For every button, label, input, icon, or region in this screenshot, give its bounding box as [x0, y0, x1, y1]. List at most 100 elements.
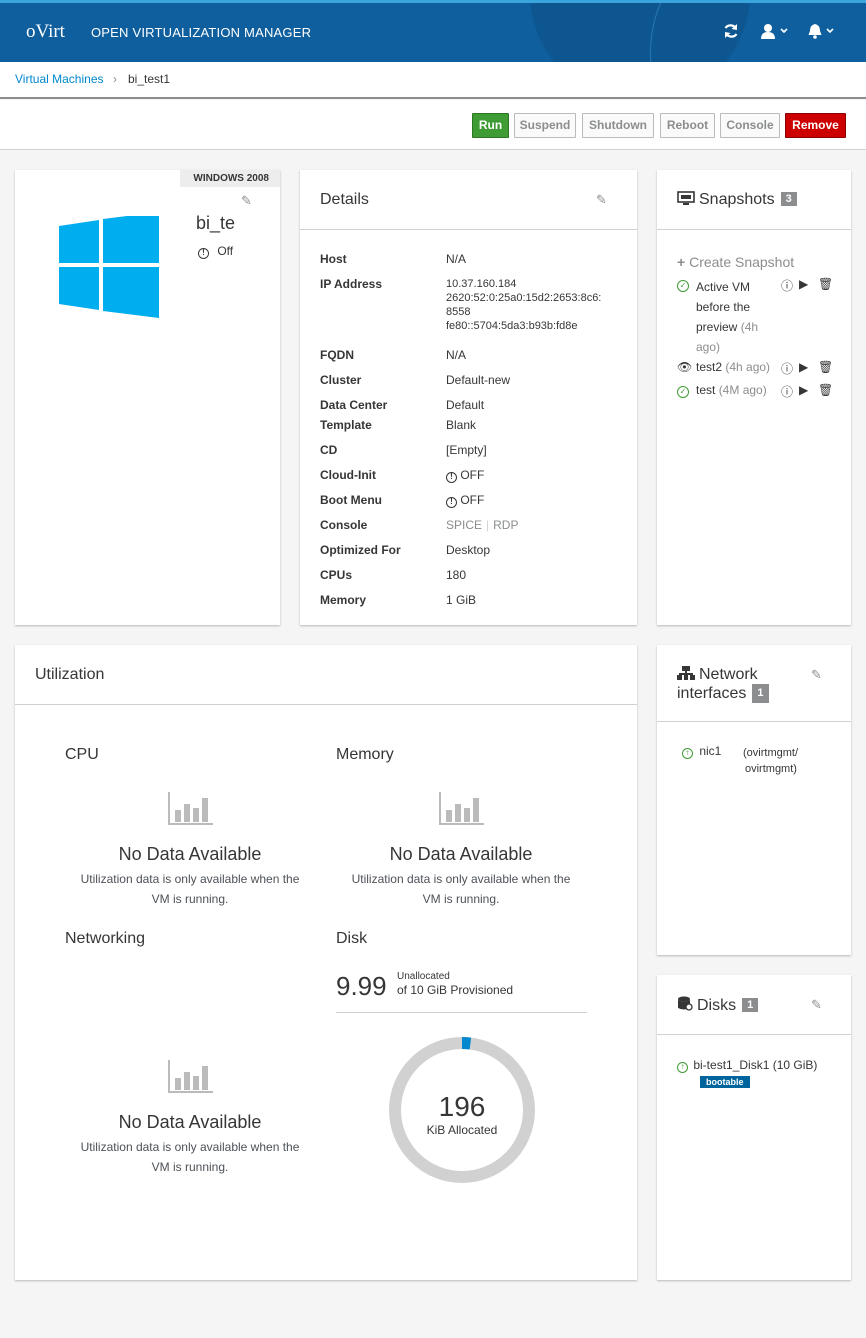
edit-pencil-icon[interactable]: ✎: [596, 192, 607, 208]
details-card: Details ✎ Host N/A IP Address 10.37.160.1…: [300, 170, 637, 625]
cloud-init-value: OFF: [460, 468, 485, 482]
utilization-title: Utilization: [35, 666, 105, 683]
snapshot-name: Active VM: [696, 280, 751, 294]
cpu-no-data-message: Utilization data is only available when …: [80, 872, 300, 906]
memory-heading: Memory: [336, 746, 394, 763]
boot-menu-value: OFF: [460, 493, 485, 507]
disks-title-label: Disks: [697, 997, 737, 1014]
disk-size: (10 GiB): [772, 1058, 818, 1072]
breadcrumb-virtual-machines-link[interactable]: Virtual Machines: [15, 72, 104, 86]
ip-address-list: 10.37.160.184 2620:52:0:25a0:15d2:2653:8…: [446, 277, 601, 333]
snapshot-delete-icon[interactable]: 🗑: [818, 277, 833, 291]
cd-value: [Empty]: [446, 443, 487, 457]
snapshot-restore-icon[interactable]: ▶: [799, 360, 808, 374]
snapshot-age: (4h ago): [725, 360, 771, 374]
masthead: oVirt OPEN VIRTUALIZATION MANAGER: [0, 0, 866, 62]
ok-check-icon: ✓: [677, 386, 689, 398]
edit-pencil-icon[interactable]: ✎: [811, 667, 822, 683]
fqdn-label: FQDN: [320, 348, 354, 362]
networking-no-data-title: No Data Available: [118, 1112, 262, 1132]
snapshot-item[interactable]: ✓ test (4M ago): [677, 383, 767, 398]
network-interfaces-label: interfaces: [677, 685, 747, 702]
disk-name: bi-test1_Disk1: [693, 1058, 770, 1072]
cpu-heading: CPU: [65, 746, 99, 763]
reboot-button[interactable]: Reboot: [660, 113, 715, 138]
off-status-icon: !: [446, 497, 457, 508]
boot-menu-label: Boot Menu: [320, 493, 382, 507]
run-button[interactable]: Run: [472, 113, 509, 138]
disks-card: Disks 1 ✎ ↑ bi-test1_Disk1 (10 GiB) boota…: [657, 975, 851, 1280]
ip-address: 2620:52:0:25a0:15d2:2653:8c6:: [446, 292, 602, 304]
network-interfaces-title: Network interfaces 1: [677, 666, 769, 703]
fqdn-value: N/A: [446, 348, 467, 362]
ip-address: fe80::5704:5da3:b93b:fd8e: [446, 320, 578, 332]
vm-overview-card: WINDOWS 2008 ✎ bi_te ! Off: [15, 170, 280, 625]
vm-action-toolbar: Run Suspend Shutdown Reboot Console Remo…: [0, 100, 866, 150]
snapshot-delete-icon[interactable]: 🗑: [818, 383, 833, 397]
breadcrumb-separator: ›: [113, 72, 117, 86]
bootable-badge: bootable: [700, 1076, 750, 1088]
shutdown-button[interactable]: Shutdown: [582, 113, 654, 138]
cd-label: CD: [320, 443, 338, 457]
edit-pencil-icon[interactable]: ✎: [241, 193, 252, 209]
bar-chart-icon: [168, 792, 213, 825]
breadcrumb-current: bi_test1: [128, 72, 171, 86]
snapshot-age: ago): [696, 340, 721, 354]
snapshot-restore-icon[interactable]: ▶: [799, 277, 808, 291]
edit-pencil-icon[interactable]: ✎: [811, 997, 822, 1013]
ovirt-logo[interactable]: oVirt: [26, 21, 65, 43]
create-snapshot-button[interactable]: + Create Snapshot: [677, 254, 794, 270]
cpus-label: CPUs: [320, 568, 353, 582]
template-label: Template: [320, 418, 372, 432]
network-interfaces-label: Network: [699, 666, 758, 683]
eye-icon: 👁: [677, 360, 693, 374]
snapshot-info-icon[interactable]: ⓘ: [781, 383, 793, 400]
vm-name: bi_te: [196, 213, 236, 233]
networking-heading: Networking: [65, 930, 146, 947]
disk-up-icon: ↑: [677, 1062, 688, 1073]
vm-status: ! Off: [198, 244, 233, 259]
nic-item[interactable]: ↑ nic1: [682, 744, 721, 759]
host-label: Host: [320, 252, 347, 266]
optimized-for-value: Desktop: [446, 543, 491, 557]
snapshots-card: Snapshots 3 + Create Snapshot ✓ Active VM…: [657, 170, 851, 625]
memory-no-data-message: Utilization data is only available when …: [351, 872, 571, 906]
refresh-icon[interactable]: [723, 23, 739, 43]
console-button[interactable]: Console: [720, 113, 780, 138]
snapshot-monitor-icon: [677, 191, 695, 210]
user-menu-icon[interactable]: [761, 23, 791, 43]
cpus-value: 180: [446, 568, 467, 582]
ip-address: 10.37.160.184: [446, 278, 517, 290]
os-type-tag: WINDOWS 2008: [180, 170, 280, 187]
snapshot-age: (4h: [740, 320, 759, 334]
snapshot-item[interactable]: ✓ Active VM before the preview (4h ago): [677, 277, 758, 354]
snapshots-title: Snapshots 3: [677, 191, 797, 210]
network-interfaces-card: Network interfaces 1 ✎ ↑ nic1 (ovirtmgmt/o…: [657, 645, 851, 955]
snapshot-delete-icon[interactable]: 🗑: [818, 360, 833, 374]
console-label: Console: [320, 518, 368, 532]
snapshot-age: (4M ago): [718, 383, 767, 397]
snapshot-name: before the: [696, 300, 751, 314]
plus-icon: +: [677, 254, 686, 270]
database-icon: [677, 996, 693, 1016]
console-spice-link[interactable]: SPICE: [446, 518, 482, 532]
nic-network: (ovirtmgmt/ovirtmgmt): [743, 747, 798, 775]
app-title: OPEN VIRTUALIZATION MANAGER: [91, 25, 312, 40]
snapshot-info-icon[interactable]: ⓘ: [781, 360, 793, 377]
disk-item[interactable]: ↑ bi-test1_Disk1 (10 GiB): [677, 1058, 817, 1073]
snapshot-restore-icon[interactable]: ▶: [799, 383, 808, 397]
snapshot-info-icon[interactable]: ⓘ: [781, 277, 793, 294]
donut-value: 196: [438, 1091, 486, 1122]
optimized-for-label: Optimized For: [320, 543, 401, 557]
vm-status-label: Off: [217, 244, 234, 258]
bar-chart-icon: [439, 792, 484, 825]
suspend-button[interactable]: Suspend: [514, 113, 576, 138]
snapshot-item[interactable]: 👁 test2 (4h ago): [677, 360, 770, 374]
cloud-init-label: Cloud-Init: [320, 468, 376, 482]
bell-icon[interactable]: [808, 23, 838, 43]
snapshots-title-label: Snapshots: [699, 191, 775, 208]
console-rdp-link[interactable]: RDP: [493, 518, 518, 532]
networking-no-data-message: Utilization data is only available when …: [80, 1140, 300, 1174]
ip-address-label: IP Address: [320, 277, 383, 291]
remove-button[interactable]: Remove: [785, 113, 846, 138]
